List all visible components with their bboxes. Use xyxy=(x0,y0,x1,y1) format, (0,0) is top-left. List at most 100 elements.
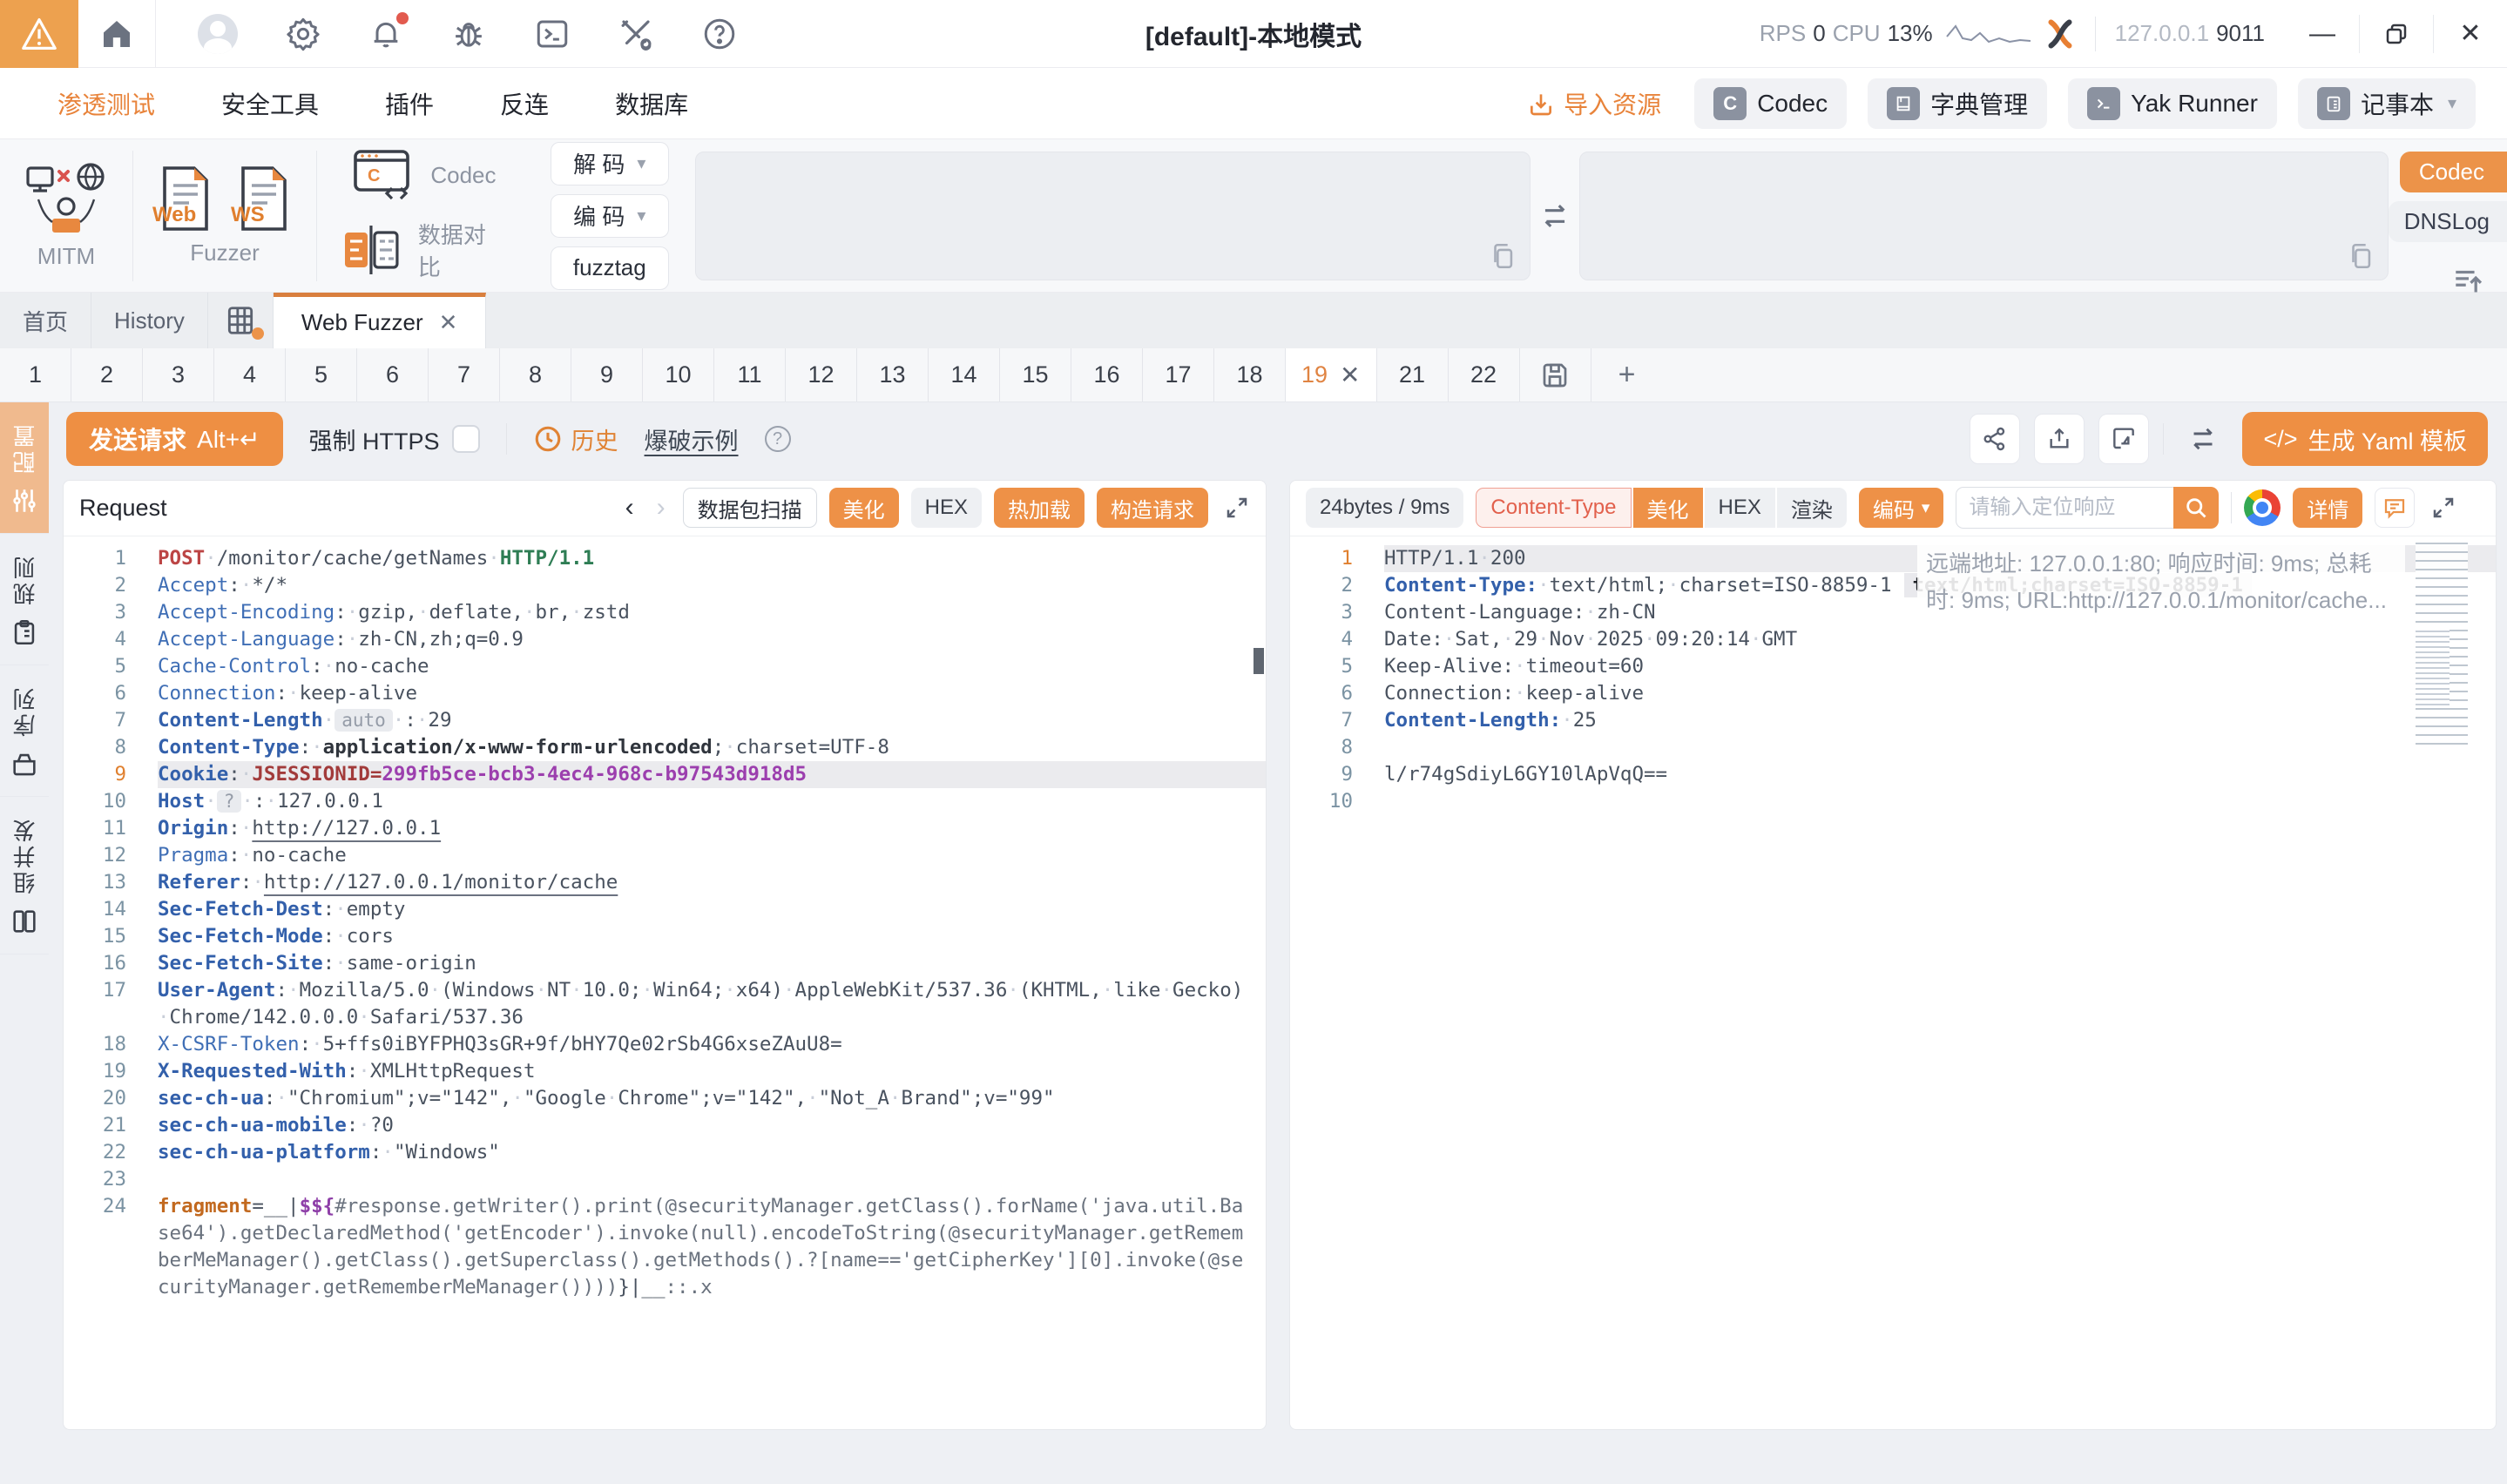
switch-layout-button[interactable] xyxy=(2178,414,2228,464)
fuzzer-subtab[interactable]: 4 xyxy=(214,348,286,401)
rail-item-规则[interactable]: 规则 xyxy=(0,534,49,665)
share-button[interactable] xyxy=(1970,414,2020,464)
construct-request-button[interactable]: 构造请求 xyxy=(1097,488,1208,528)
collapse-panel-button[interactable] xyxy=(2451,266,2486,298)
restore-button[interactable] xyxy=(2360,0,2433,68)
hotload-button[interactable]: 热加载 xyxy=(994,488,1085,528)
ws-fuzzer-shortcut[interactable]: WS xyxy=(236,165,292,233)
force-https-option[interactable]: 强制 HTTPS xyxy=(309,422,480,456)
detail-button[interactable]: 详情 xyxy=(2293,488,2362,528)
packet-scan-button[interactable]: 数据包扫描 xyxy=(683,488,817,528)
scrollbar-thumb[interactable] xyxy=(1254,648,1264,674)
open-in-chrome-button[interactable] xyxy=(2244,489,2281,526)
decode-button[interactable]: 解 码▾ xyxy=(551,142,669,186)
codec-tool[interactable]: C Codec xyxy=(354,150,496,202)
content-type-tag[interactable]: Content-Type xyxy=(1476,488,1631,528)
tools-button[interactable] xyxy=(618,16,654,52)
fuzzer-subtab[interactable]: 11 xyxy=(714,348,786,401)
fuzzer-subtab[interactable]: 13 xyxy=(857,348,929,401)
copy-icon[interactable] xyxy=(2346,241,2375,271)
minimize-button[interactable]: — xyxy=(2286,0,2359,68)
yak-runner-button[interactable]: Yak Runner xyxy=(2068,78,2277,129)
help-button[interactable] xyxy=(701,16,738,52)
fuzzer-subtab[interactable]: 2 xyxy=(71,348,143,401)
fuzzer-subtab[interactable]: 22 xyxy=(1449,348,1520,401)
tab-home[interactable]: 首页 xyxy=(0,293,91,348)
export-button[interactable] xyxy=(2034,414,2085,464)
fuzzer-subtab[interactable]: 12 xyxy=(786,348,857,401)
dictionary-manager-button[interactable]: 字典管理 xyxy=(1868,78,2047,129)
fuzzer-subtab[interactable]: 1 xyxy=(0,348,71,401)
dnslog-side-tab[interactable]: DNSLog xyxy=(2389,201,2507,242)
menu-item[interactable]: 数据库 xyxy=(615,86,688,121)
fuzzer-subtab[interactable]: 6 xyxy=(357,348,429,401)
fuzzer-subtab[interactable]: 3 xyxy=(143,348,214,401)
hex-response-button[interactable]: HEX xyxy=(1705,488,1775,528)
tab-history[interactable]: History xyxy=(91,293,208,348)
save-tabs-button[interactable] xyxy=(1520,348,1591,401)
notifications-button[interactable] xyxy=(368,16,403,52)
console-button[interactable] xyxy=(534,16,571,52)
close-tab-icon[interactable]: ✕ xyxy=(439,309,458,336)
rail-item-组并发[interactable]: 组并发 xyxy=(0,797,49,954)
fuzzer-subtab[interactable]: 16 xyxy=(1071,348,1143,401)
hex-button[interactable]: HEX xyxy=(911,488,982,528)
encode-response-button[interactable]: 编码▾ xyxy=(1859,488,1944,528)
rail-item-配置[interactable]: 配置 xyxy=(0,402,49,534)
rail-item-序列[interactable]: 序列 xyxy=(0,665,49,797)
codec-input-textarea[interactable] xyxy=(695,152,1531,280)
comment-button[interactable] xyxy=(2375,488,2415,528)
help-circle-icon[interactable]: ? xyxy=(765,426,791,452)
fuzzer-subtab[interactable]: 14 xyxy=(929,348,1000,401)
fuzzer-subtab[interactable]: 21 xyxy=(1377,348,1449,401)
request-editor[interactable]: 1POST·/monitor/cache/getNames·HTTP/1.12A… xyxy=(64,536,1266,1429)
close-subtab-icon[interactable]: ✕ xyxy=(1340,361,1360,389)
search-button[interactable] xyxy=(2173,487,2219,529)
generate-yaml-button[interactable]: </>生成 Yaml 模板 xyxy=(2242,412,2488,466)
fuzzer-subtab[interactable]: 18 xyxy=(1214,348,1286,401)
fuzzer-subtab[interactable]: 10 xyxy=(643,348,714,401)
menu-item[interactable]: 渗透测试 xyxy=(57,86,155,121)
fuzzer-subtab[interactable]: 5 xyxy=(286,348,357,401)
menu-item[interactable]: 反连 xyxy=(500,86,549,121)
yakit-logo[interactable] xyxy=(0,0,78,68)
tab-group-button[interactable] xyxy=(208,293,274,348)
response-search-input[interactable] xyxy=(1956,487,2173,529)
history-button[interactable]: 历史 xyxy=(533,422,618,456)
menu-item[interactable]: 插件 xyxy=(385,86,434,121)
mitm-tool[interactable]: MITM xyxy=(0,151,132,281)
prev-request-button[interactable]: ‹ xyxy=(620,493,639,523)
tab-web-fuzzer[interactable]: Web Fuzzer✕ xyxy=(274,293,486,348)
fuzzer-tool[interactable]: Web WS Fuzzer xyxy=(133,151,316,281)
fuzzer-subtab[interactable]: 15 xyxy=(1000,348,1071,401)
import-resource-button[interactable]: 导入资源 xyxy=(1527,86,1661,121)
minimap[interactable] xyxy=(2416,540,2490,749)
close-button[interactable]: ✕ xyxy=(2434,0,2507,68)
fuzzer-subtab[interactable]: 7 xyxy=(429,348,500,401)
fuzzer-subtab[interactable]: 9 xyxy=(571,348,643,401)
fullscreen-button[interactable] xyxy=(1224,495,1250,521)
fuzzer-subtab[interactable]: 19✕ xyxy=(1286,348,1377,401)
menu-item[interactable]: 安全工具 xyxy=(221,86,319,121)
fuzztag-button[interactable]: fuzztag xyxy=(551,246,669,290)
beautify-button[interactable]: 美化 xyxy=(829,488,899,528)
beautify-response-button[interactable]: 美化 xyxy=(1633,488,1703,528)
user-avatar[interactable] xyxy=(198,14,238,54)
blast-example-link[interactable]: 爆破示例 xyxy=(645,422,739,456)
send-request-button[interactable]: 发送请求Alt+↵ xyxy=(66,412,283,466)
home-button[interactable] xyxy=(78,0,155,68)
fuzzer-subtab[interactable]: 8 xyxy=(500,348,571,401)
fullscreen-response-button[interactable] xyxy=(2430,495,2456,521)
force-https-checkbox[interactable] xyxy=(452,425,480,453)
notepad-button[interactable]: 记事本 ▾ xyxy=(2298,78,2476,129)
render-response-button[interactable]: 渲染 xyxy=(1777,488,1847,528)
bug-report-button[interactable] xyxy=(450,16,487,52)
add-tab-button[interactable]: + xyxy=(1591,348,1663,401)
response-editor[interactable]: 远端地址: 127.0.0.1:80; 响应时间: 9ms; 总耗时: 9ms;… xyxy=(1290,536,2496,1429)
encode-button[interactable]: 编 码▾ xyxy=(551,194,669,238)
copy-icon[interactable] xyxy=(1488,241,1517,271)
web-fuzzer-shortcut[interactable]: Web xyxy=(158,165,213,233)
next-request-button[interactable]: › xyxy=(652,493,671,523)
codec-side-tab[interactable]: Codec xyxy=(2400,152,2507,192)
fuzzer-subtab[interactable]: 17 xyxy=(1143,348,1214,401)
